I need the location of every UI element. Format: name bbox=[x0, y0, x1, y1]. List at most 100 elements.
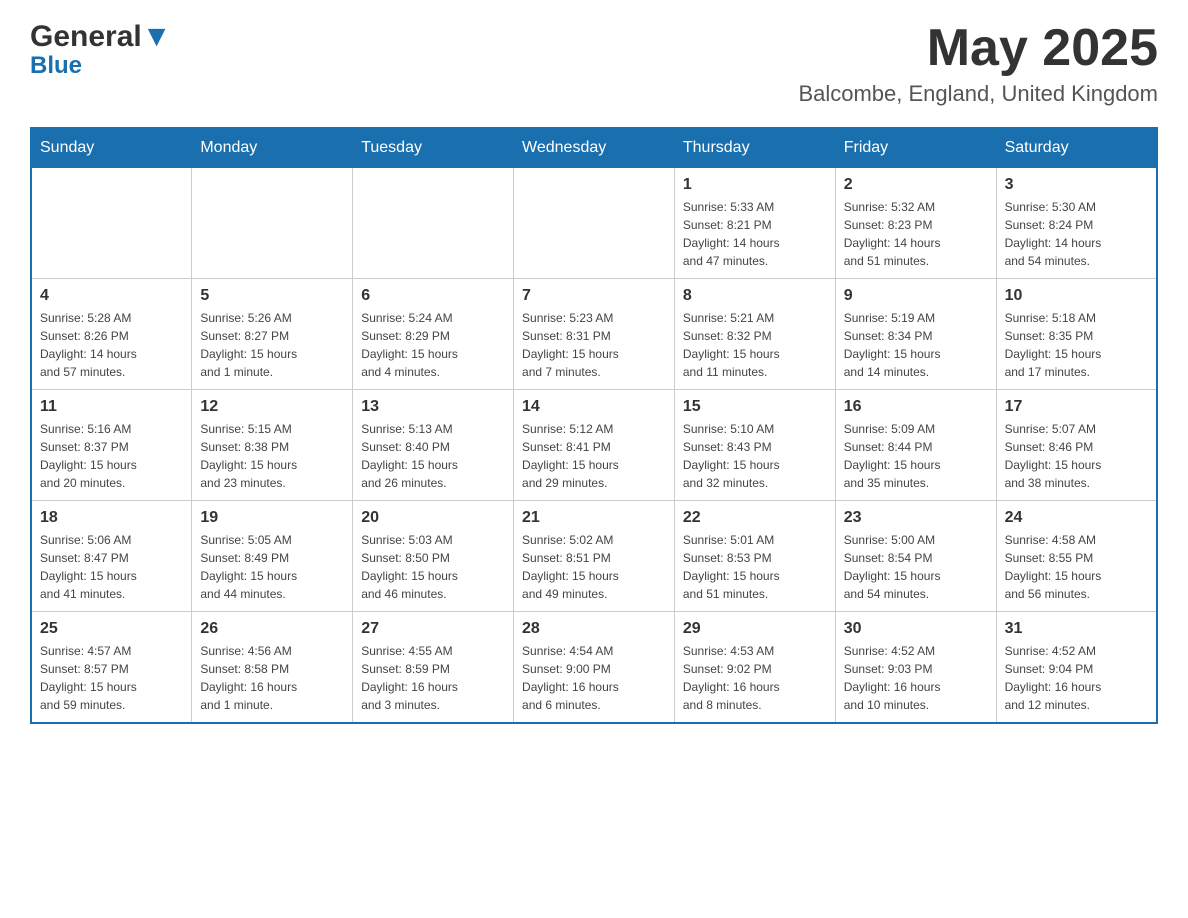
table-row: 23Sunrise: 5:00 AM Sunset: 8:54 PM Dayli… bbox=[835, 501, 996, 612]
col-friday: Friday bbox=[835, 128, 996, 168]
day-info: Sunrise: 5:18 AM Sunset: 8:35 PM Dayligh… bbox=[1005, 309, 1148, 381]
day-number: 23 bbox=[844, 509, 988, 527]
calendar-table: Sunday Monday Tuesday Wednesday Thursday… bbox=[30, 127, 1158, 724]
day-info: Sunrise: 4:52 AM Sunset: 9:04 PM Dayligh… bbox=[1005, 642, 1148, 714]
calendar-week-row: 18Sunrise: 5:06 AM Sunset: 8:47 PM Dayli… bbox=[31, 501, 1157, 612]
day-info: Sunrise: 4:53 AM Sunset: 9:02 PM Dayligh… bbox=[683, 642, 827, 714]
table-row: 3 Sunrise: 5:30 AM Sunset: 8:24 PM Daylig… bbox=[996, 168, 1157, 279]
day-info: Sunrise: 4:57 AM Sunset: 8:57 PM Dayligh… bbox=[40, 642, 183, 714]
day-info: Sunrise: 5:09 AM Sunset: 8:44 PM Dayligh… bbox=[844, 420, 988, 492]
col-tuesday: Tuesday bbox=[353, 128, 514, 168]
day-number: 8 bbox=[683, 287, 827, 305]
table-row: 8 Sunrise: 5:21 AM Sunset: 8:32 PM Daylig… bbox=[674, 279, 835, 390]
day-number: 26 bbox=[200, 620, 344, 638]
day-number: 1 bbox=[683, 176, 827, 194]
table-row: 27 Sunrise: 4:55 AM Sunset: 8:59 PM Dayli… bbox=[353, 612, 514, 724]
table-row bbox=[514, 168, 675, 279]
table-row: 7 Sunrise: 5:23 AM Sunset: 8:31 PM Daylig… bbox=[514, 279, 675, 390]
col-thursday: Thursday bbox=[674, 128, 835, 168]
table-row: 26 Sunrise: 4:56 AM Sunset: 8:58 PM Dayli… bbox=[192, 612, 353, 724]
day-info: Sunrise: 5:30 AM Sunset: 8:24 PM Dayligh… bbox=[1005, 198, 1148, 270]
table-row: 28 Sunrise: 4:54 AM Sunset: 9:00 PM Dayli… bbox=[514, 612, 675, 724]
calendar-header-row: Sunday Monday Tuesday Wednesday Thursday… bbox=[31, 128, 1157, 168]
day-number: 13 bbox=[361, 398, 505, 416]
day-number: 17 bbox=[1005, 398, 1148, 416]
col-wednesday: Wednesday bbox=[514, 128, 675, 168]
table-row: 12 Sunrise: 5:15 AM Sunset: 8:38 PM Dayli… bbox=[192, 390, 353, 501]
col-sunday: Sunday bbox=[31, 128, 192, 168]
day-info: Sunrise: 5:23 AM Sunset: 8:31 PM Dayligh… bbox=[522, 309, 666, 381]
day-number: 29 bbox=[683, 620, 827, 638]
col-saturday: Saturday bbox=[996, 128, 1157, 168]
table-row: 16Sunrise: 5:09 AM Sunset: 8:44 PM Dayli… bbox=[835, 390, 996, 501]
day-info: Sunrise: 5:28 AM Sunset: 8:26 PM Dayligh… bbox=[40, 309, 183, 381]
day-info: Sunrise: 5:07 AM Sunset: 8:46 PM Dayligh… bbox=[1005, 420, 1148, 492]
table-row bbox=[192, 168, 353, 279]
day-number: 11 bbox=[40, 398, 183, 416]
day-number: 5 bbox=[200, 287, 344, 305]
day-number: 31 bbox=[1005, 620, 1148, 638]
col-monday: Monday bbox=[192, 128, 353, 168]
day-info: Sunrise: 5:21 AM Sunset: 8:32 PM Dayligh… bbox=[683, 309, 827, 381]
logo-general: General▼ bbox=[30, 20, 171, 54]
table-row bbox=[31, 168, 192, 279]
table-row: 29 Sunrise: 4:53 AM Sunset: 9:02 PM Dayli… bbox=[674, 612, 835, 724]
calendar-week-row: 4 Sunrise: 5:28 AM Sunset: 8:26 PM Daylig… bbox=[31, 279, 1157, 390]
day-info: Sunrise: 5:15 AM Sunset: 8:38 PM Dayligh… bbox=[200, 420, 344, 492]
day-info: Sunrise: 4:55 AM Sunset: 8:59 PM Dayligh… bbox=[361, 642, 505, 714]
day-info: Sunrise: 4:52 AM Sunset: 9:03 PM Dayligh… bbox=[844, 642, 988, 714]
page-header: General▼ Blue May 2025 Balcombe, England… bbox=[30, 20, 1158, 107]
table-row: 1 Sunrise: 5:33 AM Sunset: 8:21 PM Daylig… bbox=[674, 168, 835, 279]
table-row: 6 Sunrise: 5:24 AM Sunset: 8:29 PM Daylig… bbox=[353, 279, 514, 390]
day-number: 28 bbox=[522, 620, 666, 638]
logo-blue-text: Blue bbox=[30, 52, 82, 80]
table-row: 4 Sunrise: 5:28 AM Sunset: 8:26 PM Daylig… bbox=[31, 279, 192, 390]
table-row: 18Sunrise: 5:06 AM Sunset: 8:47 PM Dayli… bbox=[31, 501, 192, 612]
calendar-week-row: 25 Sunrise: 4:57 AM Sunset: 8:57 PM Dayli… bbox=[31, 612, 1157, 724]
day-number: 22 bbox=[683, 509, 827, 527]
day-number: 2 bbox=[844, 176, 988, 194]
logo: General▼ Blue bbox=[30, 20, 171, 80]
day-info: Sunrise: 5:13 AM Sunset: 8:40 PM Dayligh… bbox=[361, 420, 505, 492]
table-row: 10 Sunrise: 5:18 AM Sunset: 8:35 PM Dayli… bbox=[996, 279, 1157, 390]
table-row: 2 Sunrise: 5:32 AM Sunset: 8:23 PM Daylig… bbox=[835, 168, 996, 279]
day-info: Sunrise: 5:32 AM Sunset: 8:23 PM Dayligh… bbox=[844, 198, 988, 270]
day-info: Sunrise: 4:54 AM Sunset: 9:00 PM Dayligh… bbox=[522, 642, 666, 714]
table-row: 9 Sunrise: 5:19 AM Sunset: 8:34 PM Daylig… bbox=[835, 279, 996, 390]
location-subtitle: Balcombe, England, United Kingdom bbox=[798, 81, 1158, 107]
table-row: 22Sunrise: 5:01 AM Sunset: 8:53 PM Dayli… bbox=[674, 501, 835, 612]
day-info: Sunrise: 5:24 AM Sunset: 8:29 PM Dayligh… bbox=[361, 309, 505, 381]
day-number: 9 bbox=[844, 287, 988, 305]
day-number: 3 bbox=[1005, 176, 1148, 194]
day-info: Sunrise: 4:56 AM Sunset: 8:58 PM Dayligh… bbox=[200, 642, 344, 714]
month-title: May 2025 bbox=[798, 20, 1158, 77]
table-row: 31 Sunrise: 4:52 AM Sunset: 9:04 PM Dayli… bbox=[996, 612, 1157, 724]
day-info: Sunrise: 5:03 AM Sunset: 8:50 PM Dayligh… bbox=[361, 531, 505, 603]
calendar-week-row: 1 Sunrise: 5:33 AM Sunset: 8:21 PM Daylig… bbox=[31, 168, 1157, 279]
day-info: Sunrise: 5:19 AM Sunset: 8:34 PM Dayligh… bbox=[844, 309, 988, 381]
table-row: 14Sunrise: 5:12 AM Sunset: 8:41 PM Dayli… bbox=[514, 390, 675, 501]
day-info: Sunrise: 5:16 AM Sunset: 8:37 PM Dayligh… bbox=[40, 420, 183, 492]
day-number: 15 bbox=[683, 398, 827, 416]
day-info: Sunrise: 5:10 AM Sunset: 8:43 PM Dayligh… bbox=[683, 420, 827, 492]
day-number: 10 bbox=[1005, 287, 1148, 305]
calendar-week-row: 11 Sunrise: 5:16 AM Sunset: 8:37 PM Dayli… bbox=[31, 390, 1157, 501]
day-info: Sunrise: 5:26 AM Sunset: 8:27 PM Dayligh… bbox=[200, 309, 344, 381]
day-number: 12 bbox=[200, 398, 344, 416]
day-info: Sunrise: 5:06 AM Sunset: 8:47 PM Dayligh… bbox=[40, 531, 183, 603]
table-row: 20Sunrise: 5:03 AM Sunset: 8:50 PM Dayli… bbox=[353, 501, 514, 612]
day-number: 6 bbox=[361, 287, 505, 305]
table-row bbox=[353, 168, 514, 279]
table-row: 13 Sunrise: 5:13 AM Sunset: 8:40 PM Dayli… bbox=[353, 390, 514, 501]
day-number: 19 bbox=[200, 509, 344, 527]
day-info: Sunrise: 4:58 AM Sunset: 8:55 PM Dayligh… bbox=[1005, 531, 1148, 603]
day-number: 7 bbox=[522, 287, 666, 305]
day-info: Sunrise: 5:33 AM Sunset: 8:21 PM Dayligh… bbox=[683, 198, 827, 270]
table-row: 25 Sunrise: 4:57 AM Sunset: 8:57 PM Dayli… bbox=[31, 612, 192, 724]
day-number: 4 bbox=[40, 287, 183, 305]
day-number: 27 bbox=[361, 620, 505, 638]
day-number: 25 bbox=[40, 620, 183, 638]
table-row: 24Sunrise: 4:58 AM Sunset: 8:55 PM Dayli… bbox=[996, 501, 1157, 612]
table-row: 19Sunrise: 5:05 AM Sunset: 8:49 PM Dayli… bbox=[192, 501, 353, 612]
day-number: 14 bbox=[522, 398, 666, 416]
